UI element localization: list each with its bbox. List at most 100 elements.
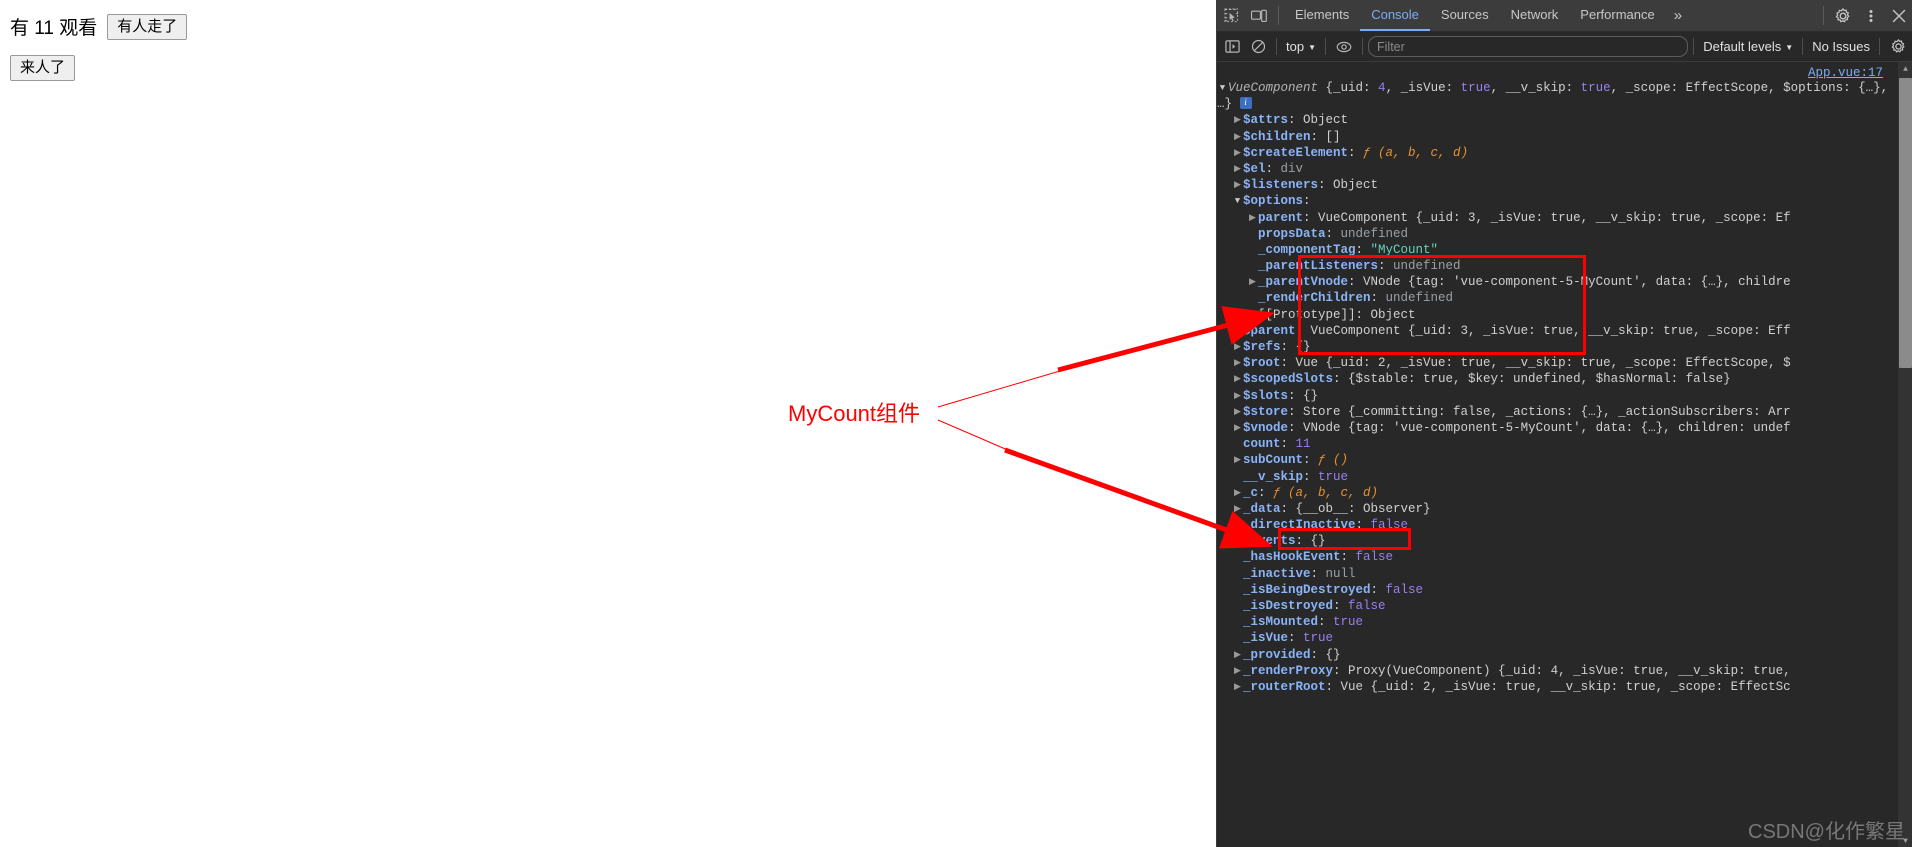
console-tree-row[interactable]: ▶_isVue: true <box>1217 630 1897 646</box>
console-sidebar-icon[interactable] <box>1219 34 1245 60</box>
collapse-triangle-icon[interactable]: ▶ <box>1247 274 1258 290</box>
console-tree-row[interactable]: ▶__v_skip: true <box>1217 469 1897 485</box>
tabbar-divider-right <box>1823 6 1824 25</box>
console-tree-row[interactable]: ▶ _parentVnode: VNode {tag: 'vue-componen… <box>1217 274 1897 290</box>
console-tree-row[interactable]: ▶ [[Prototype]]: Object <box>1217 307 1897 323</box>
more-options-icon[interactable] <box>1857 0 1885 31</box>
property-key: $options <box>1243 194 1304 209</box>
collapse-triangle-icon[interactable]: ▶ <box>1232 129 1243 145</box>
collapse-triangle-icon[interactable]: ▶ <box>1232 501 1243 517</box>
expand-triangle-icon[interactable]: ▼ <box>1232 193 1243 209</box>
console-tree-row[interactable]: ▶ $children: [] <box>1217 129 1897 145</box>
console-tree-row[interactable]: ▶_isDestroyed: false <box>1217 598 1897 614</box>
console-tree-row[interactable]: ▶ $listeners: Object <box>1217 177 1897 193</box>
console-tree-row[interactable]: ▶ $attrs: Object <box>1217 112 1897 128</box>
expand-triangle-icon[interactable]: ▼ <box>1217 80 1228 96</box>
console-tree-row[interactable]: ▶ $el: div <box>1217 161 1897 177</box>
scrollbar-down-arrow-icon[interactable]: ▼ <box>1898 834 1912 847</box>
key-value-separator: : <box>1370 582 1386 597</box>
console-tree-row[interactable]: ▶_renderChildren: undefined <box>1217 290 1897 306</box>
live-expression-icon[interactable] <box>1331 34 1357 60</box>
tab-network[interactable]: Network <box>1500 0 1570 31</box>
console-tree-row[interactable]: ▶ _renderProxy: Proxy(VueComponent) {_uid… <box>1217 663 1897 679</box>
property-value: VNode {tag: 'vue-component-5-MyCount', d… <box>1303 420 1791 435</box>
property-value: Store {_committing: false, _actions: {…}… <box>1303 404 1791 419</box>
console-tree-row[interactable]: ▶ $createElement: ƒ (a, b, c, d) <box>1217 145 1897 161</box>
console-tree-row[interactable]: ▶_isMounted: true <box>1217 614 1897 630</box>
console-tree-row[interactable]: ▶ _provided: {} <box>1217 647 1897 663</box>
collapse-triangle-icon[interactable]: ▶ <box>1232 647 1243 663</box>
collapse-triangle-icon[interactable]: ▶ <box>1232 112 1243 128</box>
key-value-separator: : <box>1303 469 1319 484</box>
collapse-triangle-icon[interactable]: ▶ <box>1232 452 1243 468</box>
console-tree-row[interactable]: ▶ $root: Vue {_uid: 2, _isVue: true, __v_… <box>1217 355 1897 371</box>
tree-row-spacer: ▶ <box>1232 436 1243 452</box>
collapse-triangle-icon[interactable]: ▶ <box>1232 485 1243 501</box>
log-levels-select[interactable]: Default levels ▼ <box>1699 39 1797 54</box>
close-icon[interactable] <box>1885 0 1912 31</box>
console-tree-row[interactable]: ▶count: 11 <box>1217 436 1897 452</box>
console-tree-row[interactable]: ▶ _routerRoot: Vue {_uid: 2, _isVue: true… <box>1217 679 1897 695</box>
console-tree-row[interactable]: ▶ _events: {} <box>1217 533 1897 549</box>
console-tree-row[interactable]: ▶ $parent: VueComponent {_uid: 3, _isVue:… <box>1217 323 1897 339</box>
console-tree-row[interactable]: ▶_inactive: null <box>1217 566 1897 582</box>
more-tabs-icon[interactable]: » <box>1666 0 1690 31</box>
collapse-triangle-icon[interactable]: ▶ <box>1232 339 1243 355</box>
source-location-link[interactable]: App.vue:17 <box>1808 66 1883 80</box>
console-tree-row[interactable]: ▶ _data: {__ob__: Observer} <box>1217 501 1897 517</box>
tab-performance[interactable]: Performance <box>1569 0 1665 31</box>
collapse-triangle-icon[interactable]: ▶ <box>1232 533 1243 549</box>
console-tree-row[interactable]: ▶_hasHookEvent: false <box>1217 549 1897 565</box>
clear-console-icon[interactable] <box>1245 34 1271 60</box>
console-scrollbar[interactable]: ▲ ▼ <box>1898 62 1912 847</box>
tab-console[interactable]: Console <box>1360 0 1430 31</box>
collapse-triangle-icon[interactable]: ▶ <box>1232 371 1243 387</box>
console-tree-row[interactable]: ▶ $slots: {} <box>1217 388 1897 404</box>
scrollbar-up-arrow-icon[interactable]: ▲ <box>1898 62 1912 77</box>
property-key: $root <box>1243 356 1281 371</box>
console-tree-row[interactable]: ▶ subCount: ƒ () <box>1217 452 1897 468</box>
collapse-triangle-icon[interactable]: ▶ <box>1247 210 1258 226</box>
scrollbar-thumb[interactable] <box>1899 78 1912 368</box>
property-value: ƒ (a, b, c, d) <box>1273 485 1379 500</box>
property-key: $el <box>1243 161 1266 176</box>
console-tree-row[interactable]: ▶_isBeingDestroyed: false <box>1217 582 1897 598</box>
info-badge-icon[interactable]: i <box>1239 96 1252 109</box>
console-tree-row[interactable]: ▼ $options: <box>1217 193 1897 209</box>
console-tree-row[interactable]: ▶_parentListeners: undefined <box>1217 258 1897 274</box>
collapse-triangle-icon[interactable]: ▶ <box>1247 307 1258 323</box>
console-tree-row[interactable]: ▶ $scopedSlots: {$stable: true, $key: und… <box>1217 371 1897 387</box>
collapse-triangle-icon[interactable]: ▶ <box>1232 177 1243 193</box>
device-toolbar-icon[interactable] <box>1245 0 1273 31</box>
console-tree-row[interactable]: ▶ parent: VueComponent {_uid: 3, _isVue: … <box>1217 210 1897 226</box>
collapse-triangle-icon[interactable]: ▶ <box>1232 323 1243 339</box>
console-tree-row[interactable]: ▶_componentTag: "MyCount" <box>1217 242 1897 258</box>
collapse-triangle-icon[interactable]: ▶ <box>1232 161 1243 177</box>
collapse-triangle-icon[interactable]: ▶ <box>1232 388 1243 404</box>
console-tree-row[interactable]: ▶ $store: Store {_committing: false, _act… <box>1217 404 1897 420</box>
tab-sources[interactable]: Sources <box>1430 0 1500 31</box>
execution-context-select[interactable]: top ▼ <box>1282 39 1320 54</box>
console-tree-row[interactable]: ▶ $vnode: VNode {tag: 'vue-component-5-My… <box>1217 420 1897 436</box>
console-filter-input[interactable] <box>1368 36 1689 57</box>
leave-button[interactable]: 有人走了 <box>107 13 188 40</box>
issues-status[interactable]: No Issues <box>1808 39 1874 54</box>
property-value: undefined <box>1393 259 1461 274</box>
arrive-button[interactable]: 来人了 <box>10 55 76 81</box>
tab-elements[interactable]: Elements <box>1284 0 1360 31</box>
console-tree-row[interactable]: ▶propsData: undefined <box>1217 226 1897 242</box>
console-tree-row[interactable]: ▶ $refs: {} <box>1217 339 1897 355</box>
gear-icon[interactable] <box>1829 0 1857 31</box>
collapse-triangle-icon[interactable]: ▶ <box>1232 404 1243 420</box>
console-object-header[interactable]: ▼ VueComponent {_uid: 4, _isVue: true, __… <box>1217 80 1897 112</box>
collapse-triangle-icon[interactable]: ▶ <box>1232 145 1243 161</box>
filterbar-divider-3 <box>1362 38 1363 55</box>
console-tree-row[interactable]: ▶ _c: ƒ (a, b, c, d) <box>1217 485 1897 501</box>
collapse-triangle-icon[interactable]: ▶ <box>1232 420 1243 436</box>
inspect-element-icon[interactable] <box>1217 0 1245 31</box>
collapse-triangle-icon[interactable]: ▶ <box>1232 663 1243 679</box>
console-settings-gear-icon[interactable] <box>1885 34 1911 60</box>
console-tree-row[interactable]: ▶_directInactive: false <box>1217 517 1897 533</box>
collapse-triangle-icon[interactable]: ▶ <box>1232 355 1243 371</box>
collapse-triangle-icon[interactable]: ▶ <box>1232 679 1243 695</box>
